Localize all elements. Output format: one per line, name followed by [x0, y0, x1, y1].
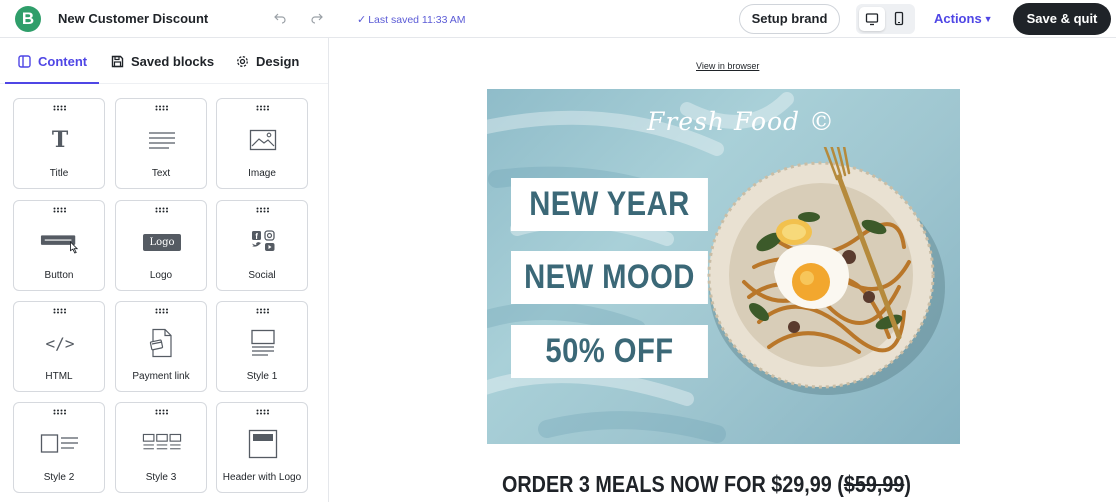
- actions-label: Actions: [934, 11, 982, 26]
- save-quit-button[interactable]: Save & quit: [1013, 3, 1111, 35]
- email-canvas: View in browser Fresh Food © NEW YEAR NE…: [329, 38, 1116, 502]
- desktop-icon: [865, 13, 879, 26]
- blocks-sidebar: Content Saved blocks Design T Title Text…: [0, 38, 329, 502]
- redo-icon: [311, 13, 323, 24]
- original-price: $59,99: [843, 471, 905, 497]
- drag-handle-icon: [256, 105, 269, 111]
- button-icon: [40, 226, 80, 258]
- drag-handle-icon: [53, 207, 66, 213]
- block-label: Social: [248, 270, 276, 281]
- drag-handle-icon: [256, 207, 269, 213]
- top-bar: B New Customer Discount ✓ Last saved 11:3…: [0, 0, 1116, 38]
- hero-headline-2: NEW MOOD: [511, 251, 708, 304]
- view-in-browser-link[interactable]: View in browser: [696, 61, 759, 71]
- block-label: Style 2: [43, 472, 75, 483]
- hero-headline-3: 50% OFF: [511, 325, 708, 378]
- content-panel-icon: [18, 55, 31, 68]
- block-html[interactable]: </> HTML: [13, 301, 105, 392]
- desktop-view-button[interactable]: [859, 7, 885, 31]
- setup-brand-button[interactable]: Setup brand: [739, 4, 840, 34]
- food-plate-illustration: [707, 147, 945, 395]
- header-logo-icon: [243, 428, 283, 460]
- tab-content[interactable]: Content: [18, 54, 87, 69]
- drag-handle-icon: [53, 409, 66, 415]
- style2-icon: [40, 428, 80, 460]
- social-icon: f: [243, 226, 283, 258]
- block-style-1[interactable]: Style 1: [216, 301, 308, 392]
- block-button[interactable]: Button: [13, 200, 105, 291]
- block-label: Button: [44, 270, 74, 281]
- tab-saved-blocks-label: Saved blocks: [131, 54, 215, 69]
- block-label: Style 1: [246, 371, 278, 382]
- tab-saved-blocks[interactable]: Saved blocks: [111, 54, 214, 69]
- app-logo[interactable]: B: [15, 6, 41, 32]
- drag-handle-icon: [256, 409, 269, 415]
- undo-button[interactable]: [270, 9, 290, 29]
- save-status-text: Last saved 11:33 AM: [368, 14, 466, 26]
- offer-text: ORDER 3 MEALS NOW FOR $29,99 (: [502, 471, 844, 497]
- hero-brand-text: Fresh Food ©: [647, 107, 836, 136]
- block-social[interactable]: f Social: [216, 200, 308, 291]
- block-style-3[interactable]: Style 3: [115, 402, 207, 493]
- block-image[interactable]: Image: [216, 98, 308, 189]
- chevron-down-icon: ▼: [983, 14, 993, 24]
- actions-menu[interactable]: Actions ▼: [934, 11, 993, 26]
- block-label: Header with Logo: [222, 472, 302, 483]
- undo-icon: [274, 13, 286, 24]
- svg-text:f: f: [255, 232, 258, 241]
- block-title[interactable]: T Title: [13, 98, 105, 189]
- block-label: HTML: [45, 371, 73, 382]
- hero-image-block[interactable]: Fresh Food © NEW YEAR NEW MOOD 50% OFF: [487, 89, 960, 444]
- style3-icon: [142, 428, 182, 460]
- image-icon: [243, 124, 283, 156]
- document-title[interactable]: New Customer Discount: [58, 11, 208, 26]
- block-label: Title: [49, 168, 69, 179]
- block-payment-link[interactable]: Payment link: [115, 301, 207, 392]
- offer-headline: ORDER 3 MEALS NOW FOR $29,99 ($59,99): [502, 471, 911, 498]
- check-icon: ✓: [357, 14, 367, 26]
- style1-icon: [243, 327, 283, 359]
- save-icon: [111, 55, 124, 68]
- tab-content-label: Content: [38, 54, 88, 69]
- offer-close-paren: ): [904, 471, 911, 497]
- block-label: Image: [248, 168, 276, 179]
- block-label: Payment link: [132, 371, 190, 382]
- text-icon: [142, 124, 182, 156]
- block-label: Text: [151, 168, 171, 179]
- hero-headline-1: NEW YEAR: [511, 178, 708, 231]
- drag-handle-icon: [53, 105, 66, 111]
- drag-handle-icon: [256, 308, 269, 314]
- active-tab-indicator: [5, 82, 99, 84]
- drag-handle-icon: [155, 409, 168, 415]
- email-editor: B New Customer Discount ✓ Last saved 11:3…: [0, 0, 1116, 502]
- code-icon: </>: [45, 333, 75, 353]
- device-toggle: [856, 4, 915, 34]
- drag-handle-icon: [53, 308, 66, 314]
- tab-design-label: Design: [256, 54, 300, 69]
- title-icon: T: [51, 127, 69, 153]
- payment-icon: [142, 327, 182, 359]
- block-logo[interactable]: Logo Logo: [115, 200, 207, 291]
- block-style-2[interactable]: Style 2: [13, 402, 105, 493]
- tab-design[interactable]: Design: [236, 54, 299, 69]
- gear-icon: [237, 56, 248, 67]
- block-label: Logo: [149, 270, 173, 281]
- redo-button[interactable]: [307, 9, 327, 29]
- mobile-icon: [894, 11, 904, 26]
- mobile-view-button[interactable]: [886, 7, 912, 31]
- save-status: ✓ Last saved 11:33 AM: [357, 13, 466, 26]
- drag-handle-icon: [155, 308, 168, 314]
- drag-handle-icon: [155, 207, 168, 213]
- sidebar-tabs: Content Saved blocks Design: [0, 38, 328, 84]
- block-header-with-logo[interactable]: Header with Logo: [216, 402, 308, 493]
- logo-icon: Logo: [142, 226, 182, 258]
- drag-handle-icon: [155, 105, 168, 111]
- block-label: Style 3: [145, 472, 177, 483]
- block-text[interactable]: Text: [115, 98, 207, 189]
